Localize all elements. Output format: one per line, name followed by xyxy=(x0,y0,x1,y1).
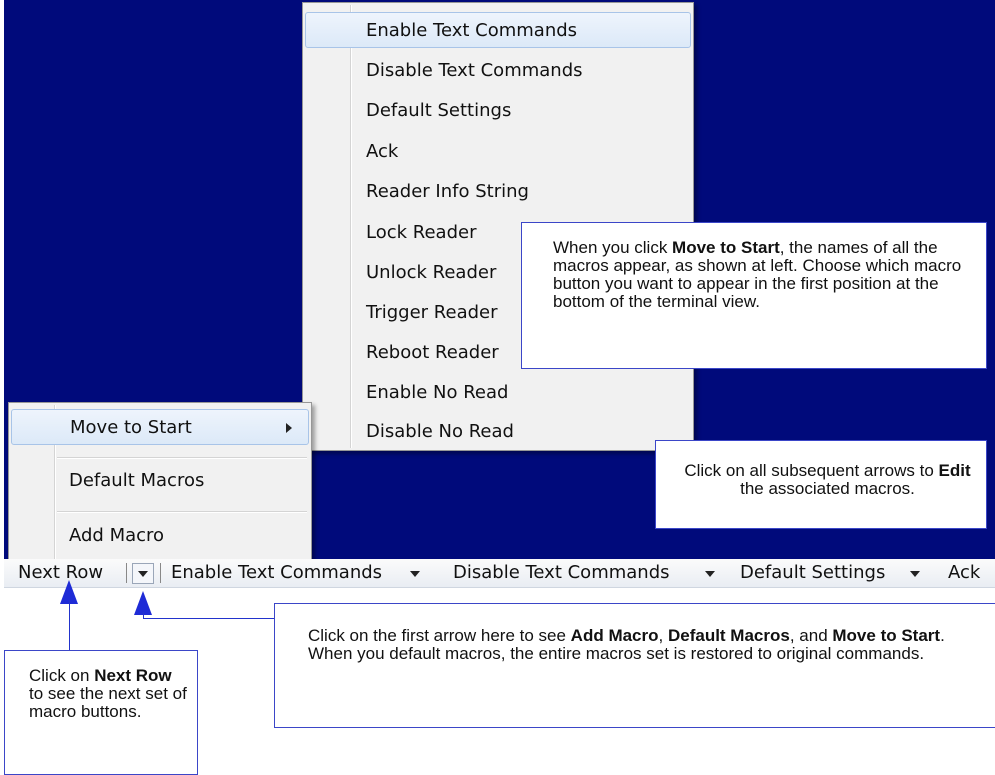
menu-item-label: Disable Text Commands xyxy=(366,60,583,81)
menu-item-label: Move to Start xyxy=(70,417,192,438)
menu-separator xyxy=(57,511,307,513)
callout-bold-text: Move to Start xyxy=(832,626,941,645)
callout-move-to-start: When you click Move to Start, the names … xyxy=(521,222,987,369)
macro-button-ack[interactable]: Ack xyxy=(948,562,980,583)
macro-list-item-reboot-reader[interactable]: Reboot Reader xyxy=(305,335,523,371)
chevron-down-icon[interactable] xyxy=(410,571,420,577)
callout-next-row: Click on Next Row to see the next set of… xyxy=(4,650,198,775)
chevron-down-icon xyxy=(138,571,148,577)
macro-list-item-trigger-reader[interactable]: Trigger Reader xyxy=(305,295,523,331)
macro-context-menu: Move to Start Default Macros Add Macro xyxy=(8,402,312,566)
macro-list-item-disable-no-read[interactable]: Disable No Read xyxy=(305,414,691,450)
toolbar-separator xyxy=(160,563,161,583)
menu-item-label: Default Macros xyxy=(69,470,205,491)
menu-item-label: Default Settings xyxy=(366,100,512,121)
callout-first-arrow: Click on the first arrow here to see Add… xyxy=(274,603,995,728)
callout-bold-text: Edit xyxy=(938,461,971,480)
callout-text: Click on xyxy=(29,666,95,685)
menu-item-label: Reader Info String xyxy=(366,181,529,202)
callout-text: . xyxy=(940,626,945,645)
menu-item-add-macro[interactable]: Add Macro xyxy=(11,518,309,554)
menu-item-label: Trigger Reader xyxy=(366,302,498,323)
callout-text: to see the next set of macro buttons. xyxy=(29,684,187,721)
menu-item-label: Enable Text Commands xyxy=(366,20,578,41)
callout-bold-text: Next Row xyxy=(94,666,172,685)
macro-list-item-enable-no-read[interactable]: Enable No Read xyxy=(305,375,691,411)
callout-text: Click on the first arrow here to see xyxy=(308,626,571,645)
macro-list-item-disable-text-commands[interactable]: Disable Text Commands xyxy=(305,53,691,89)
callout-text: When you click xyxy=(553,238,673,257)
submenu-arrow-icon xyxy=(286,423,292,433)
callout-text: When you default macros, the entire macr… xyxy=(308,644,925,663)
callout-text: Click on all subsequent arrows to xyxy=(684,461,939,480)
menu-item-label: Reboot Reader xyxy=(366,342,499,363)
macro-toolbar: Next Row Enable Text Commands Disable Te… xyxy=(4,559,995,588)
callout-bold-text: Move to Start xyxy=(672,238,780,257)
macro-button-enable-text-commands[interactable]: Enable Text Commands xyxy=(171,562,382,583)
macro-button-disable-text-commands[interactable]: Disable Text Commands xyxy=(453,562,670,583)
menu-item-label: Lock Reader xyxy=(366,222,477,243)
menu-item-label: Add Macro xyxy=(69,525,165,546)
menu-item-label: Disable No Read xyxy=(366,421,514,442)
toolbar-separator xyxy=(126,563,127,583)
chevron-down-icon[interactable] xyxy=(705,571,715,577)
callout-edit-arrows: Click on all subsequent arrows to Edit t… xyxy=(655,440,987,529)
macro-list-item-ack[interactable]: Ack xyxy=(305,134,691,170)
menu-item-label: Ack xyxy=(366,141,399,162)
menu-item-label: Enable No Read xyxy=(366,382,509,403)
connector-line xyxy=(69,600,70,650)
callout-bold-text: Add Macro xyxy=(570,626,659,645)
macro-button-default-settings[interactable]: Default Settings xyxy=(740,562,885,583)
macro-list-item-unlock-reader[interactable]: Unlock Reader xyxy=(305,255,523,291)
menu-item-default-macros[interactable]: Default Macros xyxy=(11,463,309,499)
callout-text: , and xyxy=(789,626,833,645)
chevron-down-icon[interactable] xyxy=(910,571,920,577)
callout-text: , xyxy=(658,626,668,645)
menu-separator xyxy=(57,457,307,459)
macro-list-item-reader-info-string[interactable]: Reader Info String xyxy=(305,174,691,210)
callout-text: the associated macros. xyxy=(740,479,915,498)
callout-bold-text: Default Macros xyxy=(667,626,790,645)
menu-item-label: Unlock Reader xyxy=(366,262,497,283)
macro-list-item-lock-reader[interactable]: Lock Reader xyxy=(305,215,523,251)
connector-line xyxy=(143,618,274,619)
macro-list-item-enable-text-commands[interactable]: Enable Text Commands xyxy=(305,12,691,48)
macro-list-item-default-settings[interactable]: Default Settings xyxy=(305,93,691,129)
menu-item-move-to-start[interactable]: Move to Start xyxy=(11,409,309,445)
first-macro-arrow-button[interactable] xyxy=(132,563,154,584)
